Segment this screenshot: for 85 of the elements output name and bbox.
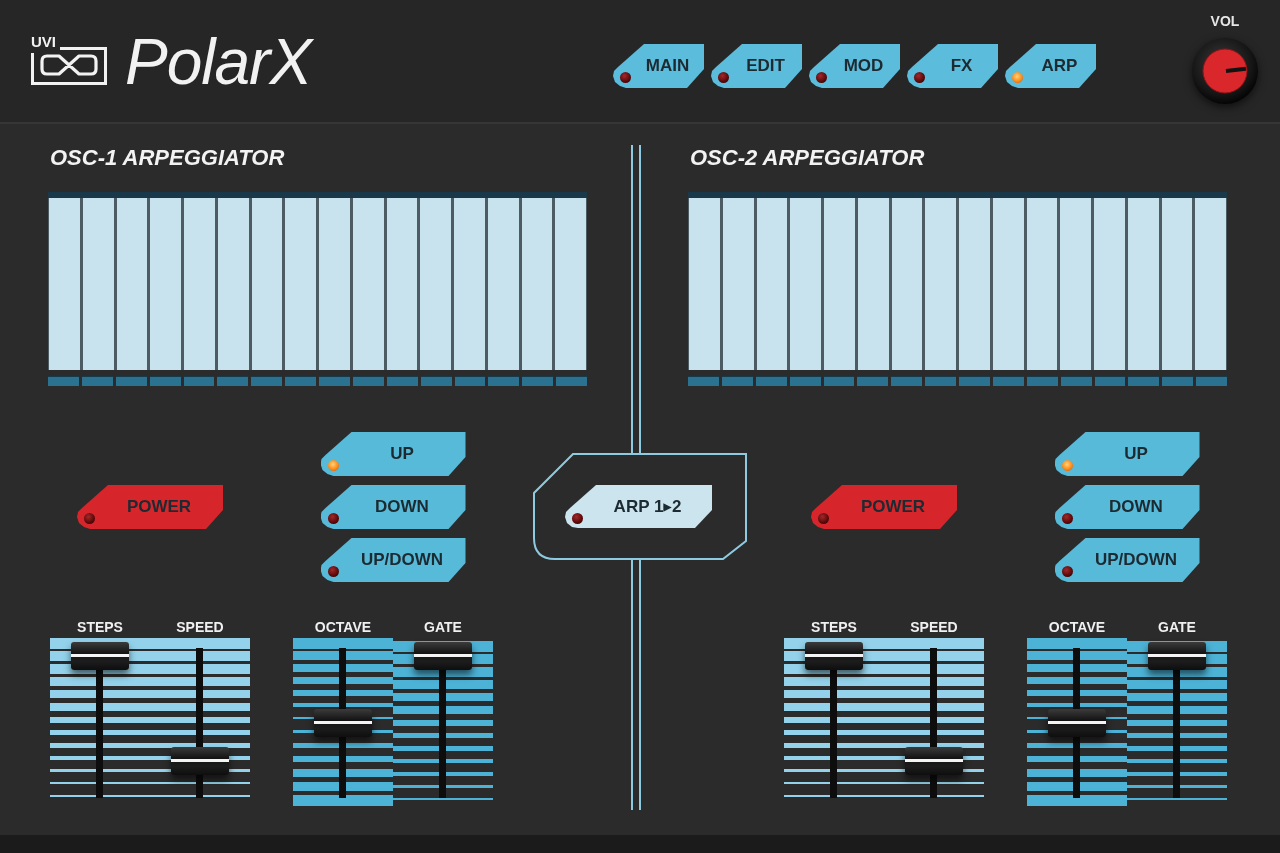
mode-button[interactable]: UP/DOWN [320,538,466,582]
step-indicator-icon [891,376,923,386]
step-bar[interactable] [857,198,889,370]
step-indicator-icon [352,376,384,386]
step-bar[interactable] [521,198,553,370]
step-indicator-icon [386,376,418,386]
infinity-frame-icon [31,47,107,85]
step-bar[interactable] [352,198,384,370]
mode-button[interactable]: UP [320,432,466,476]
product-name: PolarX [125,30,312,94]
slider-handle[interactable] [905,746,963,775]
link-button[interactable]: ARP 1▸2 [565,485,712,528]
step-indicator-icon [789,376,821,386]
slider-handle[interactable] [414,641,472,670]
mode-button[interactable]: DOWN [1054,485,1200,529]
step-bar[interactable] [1161,198,1193,370]
step-indicator-icon [522,376,554,386]
step-indicator-icon [755,376,787,386]
slider-handle[interactable] [1048,709,1106,737]
step-indicator-icon [1162,376,1194,386]
step-indicator-icon [823,376,855,386]
step-indicator-icon [48,376,79,386]
slider-label: STEPS [811,619,857,635]
volume-label: VOL [1210,13,1240,29]
step-bar[interactable] [891,198,923,370]
volume-knob[interactable] [1192,38,1258,104]
step-indicator-icon [115,376,147,386]
step-bar[interactable] [1026,198,1058,370]
step-bar[interactable] [992,198,1024,370]
step-indicator-icon [857,376,889,386]
step-indicator-icon [183,376,215,386]
tab[interactable]: FX [907,44,998,88]
tab[interactable]: MOD [809,44,900,88]
step-indicator-icon [488,376,520,386]
step-indicator-icon [251,376,283,386]
step-indicator-icon [925,376,956,386]
step-indicator-icon [992,376,1024,386]
step-indicator-icon [688,376,719,386]
step-indicator-icon [1094,376,1126,386]
slider-label: SPEED [910,619,958,635]
slider-label: GATE [424,619,462,635]
step-indicator-icon [1026,376,1058,386]
slider-handle[interactable] [71,641,129,670]
step-bar[interactable] [116,198,148,370]
step-bar[interactable] [82,198,114,370]
mode-button[interactable]: UP [1054,432,1200,476]
step-indicator-icon [721,376,753,386]
slider-label: STEPS [77,619,123,635]
slider-handle[interactable] [314,709,372,737]
slider-handle[interactable] [1148,641,1206,670]
step-indicator-icon [149,376,181,386]
step-bar[interactable] [722,198,754,370]
slider-label: GATE [1158,619,1196,635]
step-bar[interactable] [386,198,418,370]
step-indicator-icon [1060,376,1092,386]
slider-label: OCTAVE [1048,619,1106,635]
tab[interactable]: MAIN [613,44,704,88]
step-indicator-icon [285,376,316,386]
step-indicator-icon [420,376,452,386]
slider-label: SPEED [176,619,224,635]
step-bar[interactable] [217,198,249,370]
step-indicator-icon [217,376,249,386]
slider-track[interactable] [293,637,393,807]
step-indicator-icon [1128,376,1160,386]
slider-handle[interactable] [805,641,863,670]
logo-text: UVI [31,36,57,47]
mode-button[interactable]: DOWN [320,485,466,529]
tab[interactable]: EDIT [711,44,802,88]
tab[interactable]: ARP [1005,44,1096,88]
step-indicator-icon [556,376,587,386]
mode-button[interactable]: UP/DOWN [1054,538,1200,582]
section-title: OSC-1 ARPEGGIATOR [50,145,285,171]
step-bar[interactable] [487,198,519,370]
step-indicator-icon [1196,376,1227,386]
step-bar[interactable] [251,198,283,370]
slider-track[interactable] [1027,637,1127,807]
section-title: OSC-2 ARPEGGIATOR [690,145,925,171]
slider-label: OCTAVE [314,619,372,635]
slider-handle[interactable] [171,746,229,775]
step-bar[interactable] [1127,198,1159,370]
step-indicator-icon [81,376,113,386]
step-indicator-icon [454,376,486,386]
step-bar[interactable] [756,198,788,370]
step-indicator-icon [319,376,350,386]
step-indicator-icon [959,376,990,386]
